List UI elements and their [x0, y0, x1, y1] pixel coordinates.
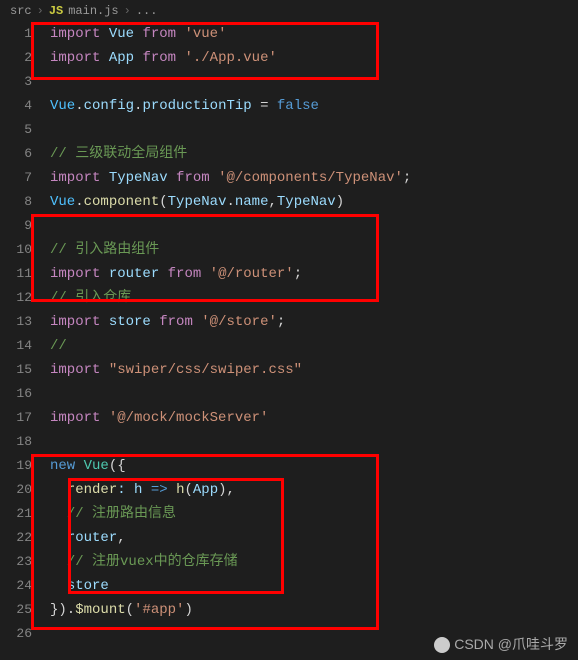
- code-line[interactable]: [50, 70, 578, 94]
- code-line[interactable]: Vue.component(TypeNav.name,TypeNav): [50, 190, 578, 214]
- code-line[interactable]: //: [50, 334, 578, 358]
- line-number-gutter: 1234567891011121314151617181920212223242…: [0, 22, 50, 646]
- line-number: 26: [0, 622, 32, 646]
- line-number: 18: [0, 430, 32, 454]
- breadcrumb[interactable]: src › JS main.js › ...: [0, 0, 578, 22]
- js-badge-icon: JS: [49, 4, 63, 18]
- line-number: 25: [0, 598, 32, 622]
- code-area[interactable]: import Vue from 'vue'import App from './…: [50, 22, 578, 646]
- line-number: 14: [0, 334, 32, 358]
- code-line[interactable]: Vue.config.productionTip = false: [50, 94, 578, 118]
- watermark: CSDN @爪哇斗罗: [434, 634, 568, 654]
- line-number: 4: [0, 94, 32, 118]
- code-line[interactable]: import '@/mock/mockServer': [50, 406, 578, 430]
- line-number: 20: [0, 478, 32, 502]
- code-editor[interactable]: 1234567891011121314151617181920212223242…: [0, 22, 578, 646]
- code-line[interactable]: [50, 214, 578, 238]
- line-number: 6: [0, 142, 32, 166]
- line-number: 1: [0, 22, 32, 46]
- line-number: 3: [0, 70, 32, 94]
- code-line[interactable]: new Vue({: [50, 454, 578, 478]
- line-number: 15: [0, 358, 32, 382]
- code-line[interactable]: // 三级联动全局组件: [50, 142, 578, 166]
- line-number: 23: [0, 550, 32, 574]
- line-number: 21: [0, 502, 32, 526]
- breadcrumb-tail[interactable]: ...: [136, 4, 158, 18]
- line-number: 10: [0, 238, 32, 262]
- code-line[interactable]: // 注册vuex中的仓库存储: [50, 550, 578, 574]
- line-number: 5: [0, 118, 32, 142]
- code-line[interactable]: import App from './App.vue': [50, 46, 578, 70]
- code-line[interactable]: import router from '@/router';: [50, 262, 578, 286]
- line-number: 12: [0, 286, 32, 310]
- watermark-text: CSDN @爪哇斗罗: [454, 636, 568, 652]
- chevron-icon: ›: [37, 4, 44, 18]
- code-line[interactable]: [50, 118, 578, 142]
- code-line[interactable]: store: [50, 574, 578, 598]
- line-number: 24: [0, 574, 32, 598]
- code-line[interactable]: router,: [50, 526, 578, 550]
- line-number: 19: [0, 454, 32, 478]
- chevron-icon: ›: [124, 4, 131, 18]
- code-line[interactable]: import Vue from 'vue': [50, 22, 578, 46]
- code-line[interactable]: import "swiper/css/swiper.css": [50, 358, 578, 382]
- breadcrumb-folder[interactable]: src: [10, 4, 32, 18]
- line-number: 2: [0, 46, 32, 70]
- line-number: 8: [0, 190, 32, 214]
- line-number: 13: [0, 310, 32, 334]
- code-line[interactable]: // 注册路由信息: [50, 502, 578, 526]
- code-line[interactable]: render: h => h(App),: [50, 478, 578, 502]
- code-line[interactable]: // 引入仓库: [50, 286, 578, 310]
- code-line[interactable]: // 引入路由组件: [50, 238, 578, 262]
- line-number: 16: [0, 382, 32, 406]
- code-line[interactable]: }).$mount('#app'): [50, 598, 578, 622]
- code-line[interactable]: [50, 382, 578, 406]
- code-line[interactable]: import TypeNav from '@/components/TypeNa…: [50, 166, 578, 190]
- code-line[interactable]: import store from '@/store';: [50, 310, 578, 334]
- line-number: 11: [0, 262, 32, 286]
- avatar-icon: [434, 637, 450, 653]
- line-number: 22: [0, 526, 32, 550]
- breadcrumb-file[interactable]: main.js: [68, 4, 118, 18]
- line-number: 9: [0, 214, 32, 238]
- line-number: 7: [0, 166, 32, 190]
- code-line[interactable]: [50, 430, 578, 454]
- line-number: 17: [0, 406, 32, 430]
